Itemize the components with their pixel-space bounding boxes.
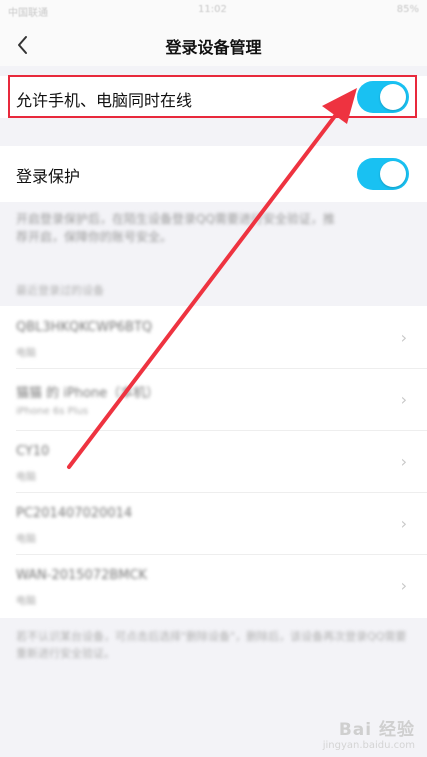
nav-bar: 登录设备管理 — [0, 24, 427, 66]
status-time: 11:02 — [198, 4, 227, 15]
device-type: 电脑 — [16, 348, 36, 359]
carrier-text: 中国联通 — [8, 8, 48, 19]
watermark-url: jingyan.baidu.com — [322, 740, 415, 751]
setting-row-login-protection: 登录保护 — [0, 146, 427, 202]
login-protection-toggle[interactable] — [357, 158, 409, 190]
protection-desc-line1: 开启登录保护后，在陌生设备登录QQ需要进行安全验证， — [16, 212, 323, 226]
simultaneous-online-label: 允许手机、电脑同时在线 — [16, 91, 193, 110]
chevron-right-icon: › — [400, 576, 407, 595]
device-name: QBL3HKQKCWP6BTQ — [16, 320, 153, 335]
setting-row-simultaneous-online: 允许手机、电脑同时在线 — [0, 76, 427, 118]
status-bar: 中国联通 11:02 85% — [0, 0, 427, 24]
watermark: Bai 经验 jingyan.baidu.com — [323, 715, 415, 751]
watermark-logo: Bai 经验 — [338, 720, 415, 740]
device-type: 电脑 — [16, 534, 36, 545]
device-section-header: 最近登录过的设备 — [16, 284, 104, 297]
device-name: CY10 — [16, 444, 50, 459]
chevron-right-icon: › — [400, 390, 407, 409]
chevron-right-icon: › — [400, 452, 407, 471]
login-protection-label: 登录保护 — [16, 167, 81, 186]
device-name: WAN-2015072BMCK — [16, 568, 148, 583]
device-type: 电脑 — [16, 596, 36, 607]
toggle-knob — [380, 161, 406, 187]
device-item[interactable]: 猫猫 的 iPhone（本机） iPhone 6s Plus › — [0, 368, 427, 430]
device-item[interactable]: PC201407020014 电脑 › — [0, 492, 427, 554]
device-name: PC201407020014 — [16, 506, 133, 521]
protection-desc-line1-tail: 推 — [322, 212, 335, 226]
toggle-knob — [380, 84, 406, 110]
device-item[interactable]: QBL3HKQKCWP6BTQ 电脑 › — [0, 306, 427, 368]
device-list: QBL3HKQKCWP6BTQ 电脑 › 猫猫 的 iPhone（本机） iPh… — [0, 306, 427, 618]
simultaneous-online-toggle[interactable] — [357, 81, 409, 113]
device-item[interactable]: CY10 电脑 › — [0, 430, 427, 492]
protection-desc-line2: 荐开启，保障你的账号安全。 — [16, 230, 173, 244]
device-footer-note: 若不认识某台设备，可点击后选择"删除设备"，删除后，该设备再次登录QQ需要重新进… — [16, 630, 407, 660]
protection-description: 开启登录保护后，在陌生设备登录QQ需要进行安全验证，推 荐开启，保障你的账号安全… — [16, 210, 335, 246]
chevron-right-icon: › — [400, 328, 407, 347]
device-type: iPhone 6s Plus — [16, 406, 89, 417]
chevron-right-icon: › — [400, 514, 407, 533]
page-title: 登录设备管理 — [165, 38, 262, 57]
device-type: 电脑 — [16, 472, 36, 483]
device-item[interactable]: WAN-2015072BMCK 电脑 › — [0, 554, 427, 616]
battery-text: 85% — [396, 4, 419, 15]
device-name: 猫猫 的 iPhone（本机） — [16, 386, 160, 401]
